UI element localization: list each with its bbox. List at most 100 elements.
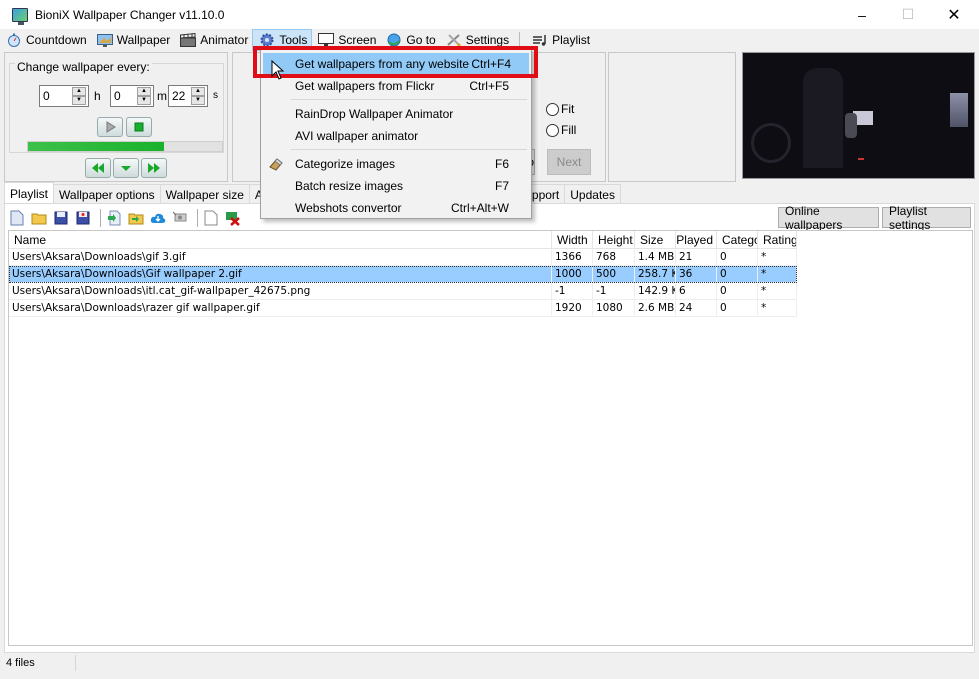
menu-countdown-label: Countdown [26, 33, 87, 47]
play-button[interactable] [97, 117, 123, 137]
save-icon[interactable] [52, 209, 70, 227]
app-logo-icon [12, 7, 28, 25]
fill-radio[interactable]: Fill [546, 123, 576, 137]
minutes-spin-arrows[interactable]: ▲ ▼ [137, 87, 151, 105]
cell-category: 0 [717, 300, 758, 317]
cell-played: 21 [676, 249, 717, 266]
menu-countdown[interactable]: Countdown [0, 29, 91, 51]
tab-wallpaper-options-label: Wallpaper options [59, 187, 155, 202]
tab-updates[interactable]: Updates [564, 184, 621, 204]
menu-settings-label: Settings [465, 33, 510, 47]
menu-item-webshots-convertor[interactable]: Webshots convertor Ctrl+Alt+W [263, 197, 529, 219]
tab-playlist[interactable]: Playlist [4, 182, 55, 204]
blank-page-icon[interactable] [202, 209, 220, 227]
window-title: BioniX Wallpaper Changer v11.10.0 [35, 7, 225, 22]
menu-item-avi-animator[interactable]: AVI wallpaper animator [263, 125, 529, 147]
cloud-download-icon[interactable] [149, 209, 167, 227]
preview-scene-figure [845, 113, 857, 138]
preview-scene-light [858, 158, 864, 160]
fit-radio-circle[interactable] [546, 102, 559, 116]
column-category[interactable]: Catego [717, 231, 758, 249]
table-row[interactable]: Users\Aksara\Downloads\gif 3.gif 1366 768 1… [9, 249, 797, 266]
menu-item-label: AVI wallpaper animator [295, 129, 419, 143]
menu-item-raindrop-animator[interactable]: RainDrop Wallpaper Animator [263, 103, 529, 125]
cell-height: 500 [593, 266, 635, 283]
cell-height: 1080 [593, 300, 635, 317]
fit-label: Fit [561, 102, 575, 116]
maximize-button[interactable]: ☐ [885, 0, 931, 29]
tab-wallpaper-options[interactable]: Wallpaper options [53, 184, 161, 204]
cell-category: 0 [717, 249, 758, 266]
column-size[interactable]: Size [635, 231, 676, 249]
new-playlist-icon[interactable] [8, 209, 26, 227]
menu-tools-label: Tools [279, 33, 308, 47]
preview-scene-computer [803, 68, 843, 168]
stop-button[interactable] [126, 117, 152, 137]
menu-animator[interactable]: Animator [174, 29, 252, 51]
playlist-list[interactable]: Name Width Height Size Played Catego Rat… [8, 230, 973, 646]
clapperboard-icon [180, 32, 197, 47]
close-button[interactable]: ✕ [931, 0, 977, 29]
status-bar: 4 files [4, 653, 975, 673]
next-button-label: Next [556, 155, 582, 169]
cell-rating: * [758, 249, 797, 266]
table-row[interactable]: Users\Aksara\Downloads\itl.cat_gif-wallp… [9, 283, 797, 300]
random-wallpaper-button[interactable] [113, 158, 139, 178]
webcam-icon[interactable] [171, 209, 189, 227]
playlist-settings-button[interactable]: Playlist settings [882, 204, 971, 232]
cell-width: 1000 [552, 266, 593, 283]
seconds-spinner[interactable]: 22 ▲ ▼ [168, 85, 208, 107]
save-as-icon[interactable] [74, 209, 92, 227]
add-file-icon[interactable] [105, 209, 123, 227]
hours-spinner[interactable]: 0 ▲ ▼ [39, 85, 89, 107]
next-wallpaper-button[interactable] [141, 158, 167, 178]
menu-animator-label: Animator [200, 33, 249, 47]
open-folder-icon[interactable] [30, 209, 48, 227]
menu-item-categorize-images[interactable]: Categorize images F6 [263, 153, 529, 175]
title-bar: BioniX Wallpaper Changer v11.10.0 – ☐ ✕ [0, 0, 979, 29]
fit-radio[interactable]: Fit [546, 102, 574, 116]
next-button[interactable]: Next [547, 149, 591, 175]
column-played[interactable]: Played [676, 231, 717, 249]
cell-name: Users\Aksara\Downloads\itl.cat_gif-wallp… [9, 283, 552, 300]
column-height[interactable]: Height [593, 231, 635, 249]
playlist-settings-label: Playlist settings [889, 203, 931, 232]
minimize-button[interactable]: – [839, 0, 885, 29]
menu-item-label: Get wallpapers from Flickr [295, 79, 435, 93]
seconds-unit: s [213, 90, 218, 101]
column-name[interactable]: Name [9, 231, 552, 249]
cell-category: 0 [717, 283, 758, 300]
seconds-spin-arrows[interactable]: ▲ ▼ [191, 87, 205, 105]
wallpaper-preview[interactable] [742, 52, 975, 179]
preview-scene-fan [751, 123, 791, 163]
cell-height: 768 [593, 249, 635, 266]
menu-item-get-wallpapers-flickr[interactable]: Get wallpapers from Flickr Ctrl+F5 [263, 75, 529, 97]
table-row[interactable]: Users\Aksara\Downloads\razer gif wallpap… [9, 300, 797, 317]
preview-scene-window [950, 93, 968, 127]
globe-icon [386, 33, 402, 47]
online-wallpapers-button[interactable]: Online wallpapers [778, 204, 879, 232]
change-wallpaper-group: Change wallpaper every: [9, 60, 224, 153]
cell-rating: * [758, 300, 797, 317]
column-width[interactable]: Width [552, 231, 593, 249]
hours-spin-arrows[interactable]: ▲ ▼ [72, 87, 86, 105]
seconds-value: 22 [172, 89, 186, 103]
table-row[interactable]: Users\Aksara\Downloads\Gif wallpaper 2.g… [9, 266, 797, 283]
minutes-spinner[interactable]: 0 ▲ ▼ [110, 85, 154, 107]
minutes-unit: m [157, 89, 167, 103]
cell-width: 1920 [552, 300, 593, 317]
menu-screen-label: Screen [338, 33, 377, 47]
menu-item-label: Batch resize images [295, 179, 404, 193]
menu-item-batch-resize[interactable]: Batch resize images F7 [263, 175, 529, 197]
add-folder-icon[interactable] [127, 209, 145, 227]
remove-item-icon[interactable] [224, 209, 242, 227]
tab-wallpaper-size[interactable]: Wallpaper size [159, 184, 250, 204]
menu-wallpaper[interactable]: Wallpaper [91, 29, 175, 51]
previous-wallpaper-button[interactable] [85, 158, 111, 178]
cell-height: -1 [593, 283, 635, 300]
fill-radio-circle[interactable] [546, 123, 559, 137]
tab-support[interactable]: pport [529, 184, 566, 204]
annotation-highlight-box [253, 46, 538, 78]
column-rating[interactable]: Rating [758, 231, 797, 249]
cell-size: 258.7 KI [635, 266, 676, 283]
